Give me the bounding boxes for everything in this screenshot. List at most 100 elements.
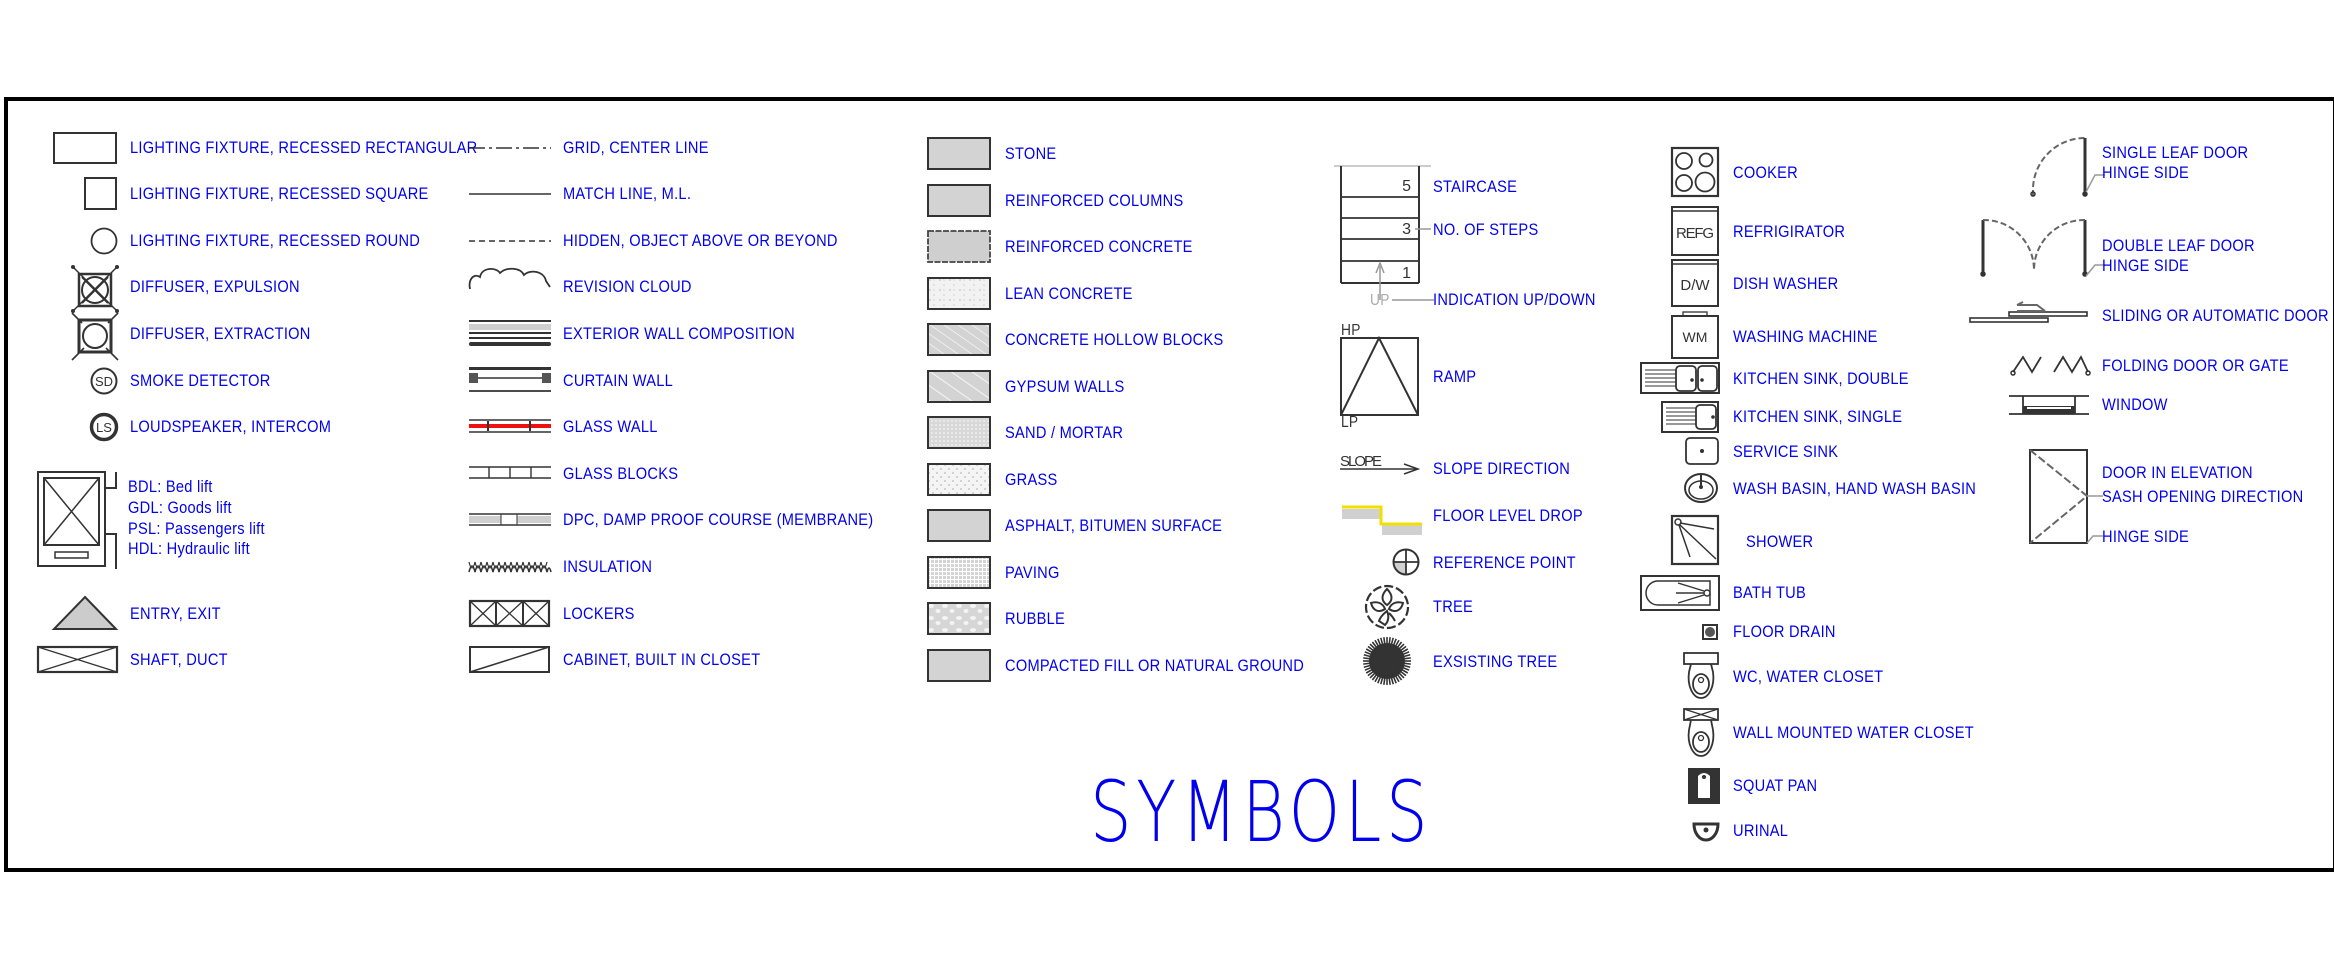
- legend-sublabel: HINGE SIDE: [2102, 163, 2190, 182]
- legend-label: SQUAT PAN: [1733, 776, 1818, 795]
- slope-direction-icon: SLOPE: [1338, 452, 1421, 475]
- legend-label: LEAN CONCRETE: [1005, 284, 1133, 303]
- legend-label: LIGHTING FIXTURE, RECESSED RECTANGULAR: [130, 138, 478, 157]
- legend-label: LOUDSPEAKER, INTERCOM: [130, 417, 332, 436]
- legend-label: GRASS: [1005, 470, 1058, 489]
- shower-icon: [1670, 514, 1720, 566]
- legend-label: SINGLE LEAF DOOR: [2102, 143, 2249, 162]
- entry-exit-icon: [51, 595, 119, 631]
- sand-mortar-hatch-icon: [927, 416, 991, 449]
- single-leaf-door-icon: [2028, 136, 2090, 200]
- legend-label: SHOWER: [1746, 532, 1814, 551]
- window-icon: [2009, 394, 2089, 416]
- squat-pan-icon: [1688, 768, 1720, 804]
- legend-label: GLASS BLOCKS: [563, 464, 679, 483]
- legend-sublabel: HINGE SIDE: [2102, 256, 2190, 275]
- legend-label: STONE: [1005, 144, 1057, 163]
- legend-label: HIDDEN, OBJECT ABOVE OR BEYOND: [563, 231, 838, 250]
- grid-center-line-icon: [469, 146, 551, 150]
- cabinet-closet-icon: [469, 646, 551, 673]
- legend-label: FLOOR LEVEL DROP: [1433, 506, 1583, 525]
- legend-label: WINDOW: [2102, 395, 2168, 414]
- lift-code-gdl: GDL: Goods lift: [128, 498, 232, 517]
- diffuser-expulsion-icon: [70, 264, 120, 314]
- concrete-hollow-blocks-hatch-icon: [927, 323, 991, 356]
- legend-label: DIFFUSER, EXPULSION: [130, 277, 300, 296]
- door-elevation-icon: [2029, 449, 2105, 547]
- ramp-low-point: LP: [1341, 414, 1359, 431]
- up-leader-line: [1392, 298, 1434, 302]
- svg-text:SD: SD: [95, 374, 113, 389]
- refrigerator-icon: REFG: [1671, 206, 1719, 256]
- legend-sublabel: HINGE SIDE: [2102, 527, 2190, 546]
- legend-label: MATCH LINE, M.L.: [563, 184, 692, 203]
- legend-label: DIFFUSER, EXTRACTION: [130, 324, 311, 343]
- legend-label: BATH TUB: [1733, 583, 1807, 602]
- legend-label: FOLDING DOOR OR GATE: [2102, 356, 2289, 375]
- lift-icon: [37, 471, 119, 569]
- reference-point-icon: [1392, 548, 1420, 576]
- legend-label: COMPACTED FILL OR NATURAL GROUND: [1005, 656, 1305, 675]
- wall-mounted-wc-icon: [1683, 708, 1719, 758]
- legend-label: EXTERIOR WALL COMPOSITION: [563, 324, 796, 343]
- floor-level-drop-icon: [1342, 505, 1422, 535]
- wash-basin-icon: [1683, 472, 1719, 504]
- legend-label: WASHING MACHINE: [1733, 327, 1878, 346]
- glass-wall-icon: [469, 418, 551, 434]
- legend-label: GLASS WALL: [563, 417, 658, 436]
- steps-label: NO. OF STEPS: [1433, 220, 1539, 239]
- legend-label: SERVICE SINK: [1733, 442, 1839, 461]
- curtain-wall-icon: [469, 367, 551, 393]
- diffuser-extraction-icon: [70, 312, 120, 362]
- hidden-line-icon: [469, 239, 551, 243]
- folding-door-icon: [2010, 354, 2091, 376]
- legend-label: WALL MOUNTED WATER CLOSET: [1733, 723, 1974, 742]
- dpc-membrane-icon: [469, 513, 551, 527]
- gypsum-walls-hatch-icon: [927, 370, 991, 403]
- legend-label: REFERENCE POINT: [1433, 553, 1576, 572]
- legend-label: DPC, DAMP PROOF COURSE (MEMBRANE): [563, 510, 874, 529]
- legend-label: ASPHALT, BITUMEN SURFACE: [1005, 516, 1223, 535]
- legend-label: SAND / MORTAR: [1005, 423, 1124, 442]
- staircase-icon: 5 3 1: [1331, 163, 1431, 303]
- recessed-square-fixture-icon: [84, 177, 117, 210]
- existing-tree-icon: [1362, 636, 1412, 686]
- lift-code-hdl: HDL: Hydraulic lift: [128, 539, 250, 558]
- kitchen-sink-single-icon: [1661, 401, 1719, 433]
- match-line-icon: [469, 192, 551, 196]
- legend-label: DOUBLE LEAF DOOR: [2102, 236, 2255, 255]
- legend-label: CABINET, BUILT IN CLOSET: [563, 650, 761, 669]
- up-text: UP: [1370, 292, 1390, 309]
- staircase-label: STAIRCASE: [1433, 177, 1518, 196]
- lockers-icon: [468, 599, 551, 628]
- svg-text:5: 5: [1402, 178, 1411, 195]
- recessed-rectangular-fixture-icon: [53, 132, 117, 164]
- legend-label: CONCRETE HOLLOW BLOCKS: [1005, 330, 1224, 349]
- legend-label: WC, WATER CLOSET: [1733, 667, 1884, 686]
- cooker-icon: [1670, 146, 1720, 198]
- legend-label: DISH WASHER: [1733, 274, 1839, 293]
- loudspeaker-icon: LS: [89, 412, 119, 442]
- legend-sublabel: SASH OPENING DIRECTION: [2102, 487, 2304, 506]
- ramp-label: RAMP: [1433, 367, 1477, 386]
- legend-label: PAVING: [1005, 563, 1060, 582]
- service-sink-icon: [1685, 437, 1719, 465]
- legend-label: COOKER: [1733, 163, 1798, 182]
- rubble-hatch-icon: [927, 602, 991, 635]
- lift-code-psl: PSL: Passengers lift: [128, 519, 265, 538]
- legend-label: KITCHEN SINK, SINGLE: [1733, 407, 1903, 426]
- compacted-fill-hatch-icon: [927, 649, 991, 682]
- floor-drain-icon: [1702, 624, 1718, 640]
- water-closet-icon: [1683, 652, 1719, 700]
- washing-machine-icon: WM: [1671, 311, 1719, 359]
- paving-hatch-icon: [927, 556, 991, 589]
- drawing-frame: [4, 97, 2334, 872]
- svg-text:WM: WM: [1683, 329, 1708, 345]
- double-leaf-door-icon: [1978, 218, 2090, 280]
- legend-label: CURTAIN WALL: [563, 371, 674, 390]
- urinal-icon: [1692, 820, 1720, 842]
- legend-label: REINFORCED COLUMNS: [1005, 191, 1184, 210]
- legend-label: SMOKE DETECTOR: [130, 371, 271, 390]
- svg-text:LS: LS: [96, 420, 112, 435]
- lean-concrete-hatch-icon: [927, 277, 991, 310]
